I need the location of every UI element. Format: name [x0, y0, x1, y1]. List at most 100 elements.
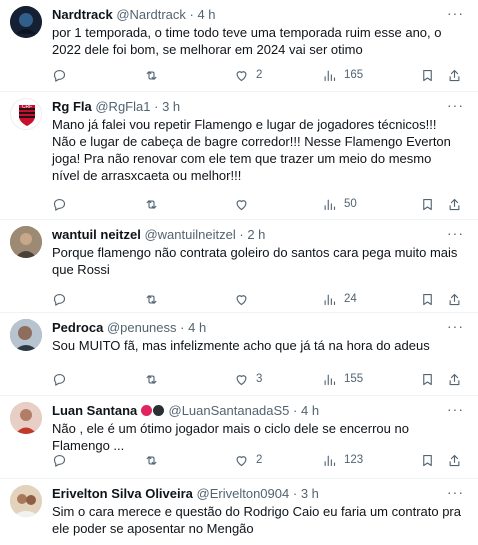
- retweet-button[interactable]: [144, 290, 166, 308]
- separator: ·: [154, 99, 159, 114]
- tweet[interactable]: CRF Rg Fla @RgFla1 · 3 h ··· Mano já fal…: [0, 92, 478, 220]
- avatar[interactable]: [10, 226, 42, 258]
- tweet-text: por 1 temporada, o time todo teve uma te…: [52, 25, 442, 57]
- tweet-actions: 2 165: [52, 66, 472, 84]
- separator: ·: [189, 7, 194, 22]
- more-icon[interactable]: ···: [447, 484, 464, 500]
- reply-button[interactable]: [52, 370, 74, 388]
- like-button[interactable]: [234, 195, 256, 213]
- views-icon: [324, 294, 336, 305]
- more-icon[interactable]: ···: [447, 318, 464, 334]
- like-button[interactable]: 3: [234, 370, 262, 388]
- bookmark-button[interactable]: [420, 370, 435, 388]
- tweet-text: Não , ele é um ótimo jogador mais o cicl…: [52, 421, 409, 453]
- timestamp[interactable]: 4 h: [301, 403, 319, 418]
- tweet-header: Erivelton Silva Oliveira @Erivelton0904 …: [52, 486, 438, 502]
- bookmark-button[interactable]: [420, 66, 435, 84]
- reply-button[interactable]: [52, 66, 74, 84]
- user-handle[interactable]: @wantuilneitzel: [144, 227, 235, 242]
- reply-icon: [53, 198, 66, 211]
- retweet-button[interactable]: [144, 66, 166, 84]
- views-button[interactable]: 155: [322, 370, 363, 388]
- share-button[interactable]: [447, 290, 462, 308]
- avatar[interactable]: [10, 6, 42, 38]
- views-button[interactable]: 50: [322, 195, 357, 213]
- tweet[interactable]: Erivelton Silva Oliveira @Erivelton0904 …: [0, 479, 478, 545]
- share-icon: [449, 293, 460, 305]
- retweet-button[interactable]: [144, 195, 166, 213]
- like-button[interactable]: 2: [234, 451, 262, 469]
- more-icon[interactable]: ···: [447, 225, 464, 241]
- more-icon[interactable]: ···: [447, 401, 464, 417]
- views-count: 50: [344, 198, 357, 210]
- user-handle[interactable]: @penuness: [107, 320, 177, 335]
- timestamp[interactable]: 2 h: [247, 227, 265, 242]
- timestamp[interactable]: 4 h: [197, 7, 215, 22]
- like-count: 3: [256, 373, 263, 385]
- bookmark-button[interactable]: [420, 290, 435, 308]
- like-button[interactable]: 2: [234, 66, 262, 84]
- like-count: 2: [256, 454, 263, 466]
- user-handle[interactable]: @Nardtrack: [116, 7, 186, 22]
- tweet-header: Nardtrack @Nardtrack · 4 h: [52, 7, 438, 23]
- more-icon[interactable]: ···: [447, 5, 464, 21]
- views-icon: [324, 374, 336, 385]
- timestamp[interactable]: 3 h: [301, 486, 319, 501]
- user-handle[interactable]: @Erivelton0904: [197, 486, 290, 501]
- bookmark-icon: [423, 373, 432, 385]
- views-count: 123: [344, 454, 364, 466]
- bookmark-button[interactable]: [420, 195, 435, 213]
- avatar[interactable]: [10, 402, 42, 434]
- views-icon: [324, 455, 336, 466]
- avatar[interactable]: [10, 319, 42, 351]
- share-icon: [449, 454, 460, 466]
- user-handle[interactable]: @LuanSantanadaS5: [169, 403, 290, 418]
- timestamp[interactable]: 3 h: [162, 99, 180, 114]
- bookmark-icon: [423, 293, 432, 305]
- timestamp[interactable]: 4 h: [188, 320, 206, 335]
- avatar[interactable]: CRF: [10, 98, 42, 130]
- like-count: 2: [256, 69, 263, 81]
- bookmark-button[interactable]: [420, 451, 435, 469]
- tweet[interactable]: Nardtrack @Nardtrack · 4 h ··· por 1 tem…: [0, 0, 478, 92]
- bookmark-icon: [423, 198, 432, 210]
- avatar[interactable]: [10, 485, 42, 517]
- reply-button[interactable]: [52, 451, 74, 469]
- views-button[interactable]: 165: [322, 66, 363, 84]
- display-name[interactable]: wantuil neitzel: [52, 227, 141, 242]
- tweet[interactable]: Luan Santana @LuanSantanadaS5 · 4 h ··· …: [0, 396, 478, 479]
- display-name[interactable]: Rg Fla: [52, 99, 92, 114]
- views-button[interactable]: 123: [322, 451, 363, 469]
- like-icon: [236, 455, 247, 466]
- share-button[interactable]: [447, 195, 462, 213]
- more-icon[interactable]: ···: [447, 97, 464, 113]
- like-icon: [236, 70, 247, 81]
- retweet-button[interactable]: [144, 370, 166, 388]
- display-name[interactable]: Luan Santana: [52, 403, 137, 418]
- share-button[interactable]: [447, 370, 462, 388]
- share-button[interactable]: [447, 66, 462, 84]
- tweet-actions: 2 123: [52, 451, 472, 469]
- views-icon: [324, 199, 336, 210]
- display-name[interactable]: Pedroca: [52, 320, 103, 335]
- tweet-text: Sim o cara merece e questão do Rodrigo C…: [52, 504, 461, 536]
- like-button[interactable]: [234, 290, 256, 308]
- reply-button[interactable]: [52, 290, 74, 308]
- share-icon: [449, 69, 460, 81]
- tweet-text: Porque flamengo não contrata goleiro do …: [52, 245, 458, 277]
- share-button[interactable]: [447, 451, 462, 469]
- tweet-header: Pedroca @penuness · 4 h: [52, 320, 438, 336]
- retweet-button[interactable]: [144, 451, 166, 469]
- tweet[interactable]: Pedroca @penuness · 4 h ··· Sou MUITO fã…: [0, 313, 478, 396]
- user-handle[interactable]: @RgFla1: [95, 99, 150, 114]
- tweet-actions: 3 155: [52, 370, 472, 388]
- reply-button[interactable]: [52, 195, 74, 213]
- tweet[interactable]: wantuil neitzel @wantuilneitzel · 2 h ··…: [0, 220, 478, 313]
- views-button[interactable]: 24: [322, 290, 357, 308]
- display-name[interactable]: Nardtrack: [52, 7, 113, 22]
- tweet-actions: 24: [52, 290, 472, 308]
- views-count: 24: [344, 293, 357, 305]
- tweet-actions: 50: [52, 195, 472, 213]
- separator: ·: [292, 486, 298, 501]
- display-name[interactable]: Erivelton Silva Oliveira: [52, 486, 193, 501]
